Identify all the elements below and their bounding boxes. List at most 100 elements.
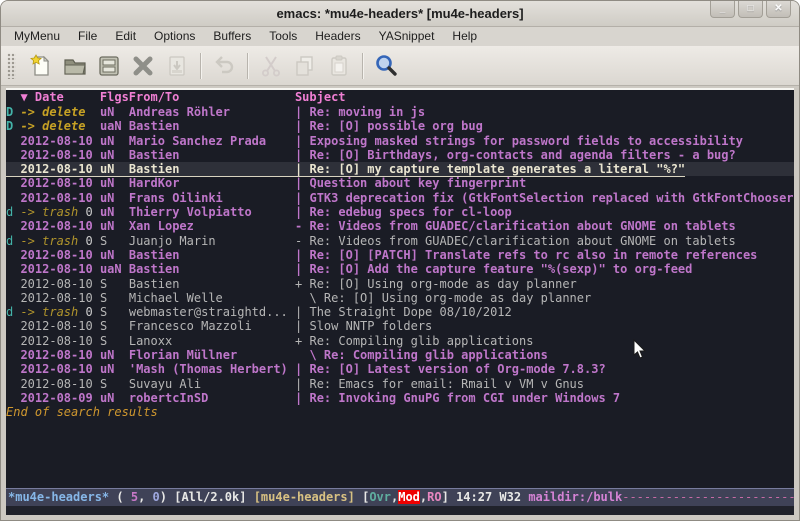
flags-cell: uN: [100, 162, 129, 176]
mark-cell: [6, 319, 20, 333]
save-as-icon: [164, 53, 190, 79]
message-row[interactable]: 2012-08-10 uaN Bastien | Re: [O] Add the…: [6, 262, 794, 276]
from-cell: Bastien: [129, 148, 295, 162]
flags-cell: uN: [100, 148, 129, 162]
message-row[interactable]: D -> delete uN Andreas Röhler | Re: movi…: [6, 105, 794, 119]
subject-cell: \ Re: Compiling glib applications: [295, 348, 548, 362]
message-row[interactable]: d -> trash 0 S webmaster@straightd... | …: [6, 305, 794, 319]
undo-icon: [211, 53, 237, 79]
new-file-button[interactable]: [24, 50, 58, 82]
menu-item-tools[interactable]: Tools: [260, 27, 306, 46]
message-row[interactable]: 2012-08-10 uN Bastien | Re: [O] Birthday…: [6, 148, 794, 162]
modeline-major-mode: [mu4e-headers]: [254, 490, 362, 504]
date-cell: 2012-08-10: [20, 148, 99, 162]
message-row[interactable]: 2012-08-10 S Michael Welle \ Re: [O] Usi…: [6, 291, 794, 305]
message-row[interactable]: 2012-08-10 uN Frans Oilinki | GTK3 depre…: [6, 191, 794, 205]
mode-line[interactable]: *mu4e-headers* ( 5, 0) [All/2.0k] [mu4e-…: [6, 488, 794, 506]
toolbar-separator: [200, 53, 201, 79]
mark-cell: [6, 377, 20, 391]
message-row[interactable]: d -> trash 0 S Juanjo Marin - Re: Videos…: [6, 234, 794, 248]
menu-item-headers[interactable]: Headers: [306, 27, 369, 46]
mark-cell: [6, 162, 20, 176]
message-row[interactable]: 2012-08-10 uN HardKor | Question about k…: [6, 176, 794, 190]
modeline-comma: ,: [138, 490, 152, 504]
from-cell: robertcInSD: [129, 391, 295, 405]
mouse-cursor: [633, 339, 647, 360]
copy-button[interactable]: [288, 50, 322, 82]
search-button[interactable]: [369, 50, 403, 82]
menu-item-edit[interactable]: Edit: [106, 27, 145, 46]
mark-cell: [6, 391, 20, 405]
message-row[interactable]: 2012-08-10 uN Xan Lopez - Re: Videos fro…: [6, 219, 794, 233]
flags-cell: uN: [100, 219, 129, 233]
from-cell: Juanjo Marin: [129, 234, 295, 248]
mu4e-headers-buffer[interactable]: ▼ DateFlgsFrom/ToSubject D -> delete uN …: [6, 90, 794, 488]
from-cell: Bastien: [129, 248, 295, 262]
subject-cell: + Re: Compiling glib applications: [295, 334, 533, 348]
flags-cell: uN: [100, 176, 129, 190]
message-row[interactable]: D -> delete uaN Bastien | Re: [O] possib…: [6, 119, 794, 133]
from-column-header[interactable]: From/To: [129, 90, 295, 105]
message-row[interactable]: 2012-08-10 uN Bastien | Re: [O] my captu…: [6, 162, 794, 176]
date-cell: 2012-08-10: [20, 262, 99, 276]
menu-item-yasnippet[interactable]: YASnippet: [370, 27, 444, 46]
save-as-button[interactable]: [160, 50, 194, 82]
maximize-button[interactable]: □: [738, 1, 763, 18]
window-buttons: _ □ ✕: [710, 1, 791, 18]
subject-cell: | Re: Emacs for email: Rmail v VM v Gnus: [295, 377, 584, 391]
subject-column-header[interactable]: Subject: [295, 90, 346, 105]
date-cell: 2012-08-10: [20, 319, 99, 333]
message-row[interactable]: 2012-08-10 S Bastien + Re: [O] Using org…: [6, 277, 794, 291]
message-row[interactable]: 2012-08-09 uN robertcInSD | Re: Invoking…: [6, 391, 794, 405]
menu-item-buffers[interactable]: Buffers: [204, 27, 260, 46]
echo-area[interactable]: [6, 506, 794, 515]
message-row[interactable]: d -> trash 0 uN Thierry Volpiatto | Re: …: [6, 205, 794, 219]
flags-cell: S: [100, 305, 129, 319]
toolbar-drag-handle-icon[interactable]: [7, 53, 16, 79]
undo-button[interactable]: [207, 50, 241, 82]
message-row[interactable]: 2012-08-10 uN Bastien | Re: [O] [PATCH] …: [6, 248, 794, 262]
modeline-column-number: 0: [153, 490, 160, 504]
copy-icon: [292, 53, 318, 79]
message-row[interactable]: 2012-08-10 uN Florian Müllner \ Re: Comp…: [6, 348, 794, 362]
date-cell: 2012-08-10: [20, 191, 99, 205]
open-folder-icon: [62, 53, 88, 79]
mark-cell: [6, 148, 20, 162]
from-cell: Xan Lopez: [129, 219, 295, 233]
mark-cell: [6, 176, 20, 190]
message-row[interactable]: 2012-08-10 uN Mario Sanchez Prada | Expo…: [6, 134, 794, 148]
subject-cell: | Question about key fingerprint: [295, 176, 526, 190]
target-cell: -> trash: [20, 205, 78, 219]
mark-cell: [6, 277, 20, 291]
mark-cell: [6, 348, 20, 362]
from-cell: Frans Oilinki: [129, 191, 295, 205]
flags-cell: uN: [100, 248, 129, 262]
subject-cell: | Re: [O] Birthdays, org-contacts and ag…: [295, 148, 736, 162]
cut-button[interactable]: [254, 50, 288, 82]
mark-cell: [6, 334, 20, 348]
date-column-header[interactable]: ▼ Date: [20, 90, 99, 105]
menu-item-help[interactable]: Help: [443, 27, 486, 46]
save-button[interactable]: [92, 50, 126, 82]
target-cell: -> delete: [20, 119, 85, 133]
paste-button[interactable]: [322, 50, 356, 82]
close-button[interactable]: ✕: [766, 1, 791, 18]
message-row[interactable]: 2012-08-10 S Francesco Mazzoli | Slow NN…: [6, 319, 794, 333]
menu-item-mymenu[interactable]: MyMenu: [5, 27, 69, 46]
date-cell: 2012-08-10: [20, 134, 99, 148]
flags-column-header[interactable]: Flgs: [100, 90, 129, 105]
modeline-maildir-path: maildir:/bulk: [528, 490, 622, 504]
menu-item-file[interactable]: File: [69, 27, 106, 46]
minimize-button[interactable]: _: [710, 1, 735, 18]
titlebar[interactable]: emacs: *mu4e-headers* [mu4e-headers] _ □…: [1, 1, 799, 27]
date-cell: 2012-08-10: [20, 176, 99, 190]
menu-item-options[interactable]: Options: [145, 27, 204, 46]
from-cell: Bastien: [129, 277, 295, 291]
message-row[interactable]: 2012-08-10 S Lanoxx + Re: Compiling glib…: [6, 334, 794, 348]
open-folder-button[interactable]: [58, 50, 92, 82]
date-cell: 2012-08-10: [20, 377, 99, 391]
message-row[interactable]: 2012-08-10 uN 'Mash (Thomas Herbert) | R…: [6, 362, 794, 376]
close-buffer-button[interactable]: [126, 50, 160, 82]
message-row[interactable]: 2012-08-10 S Suvayu Ali | Re: Emacs for …: [6, 377, 794, 391]
flags-cell: S: [100, 319, 129, 333]
